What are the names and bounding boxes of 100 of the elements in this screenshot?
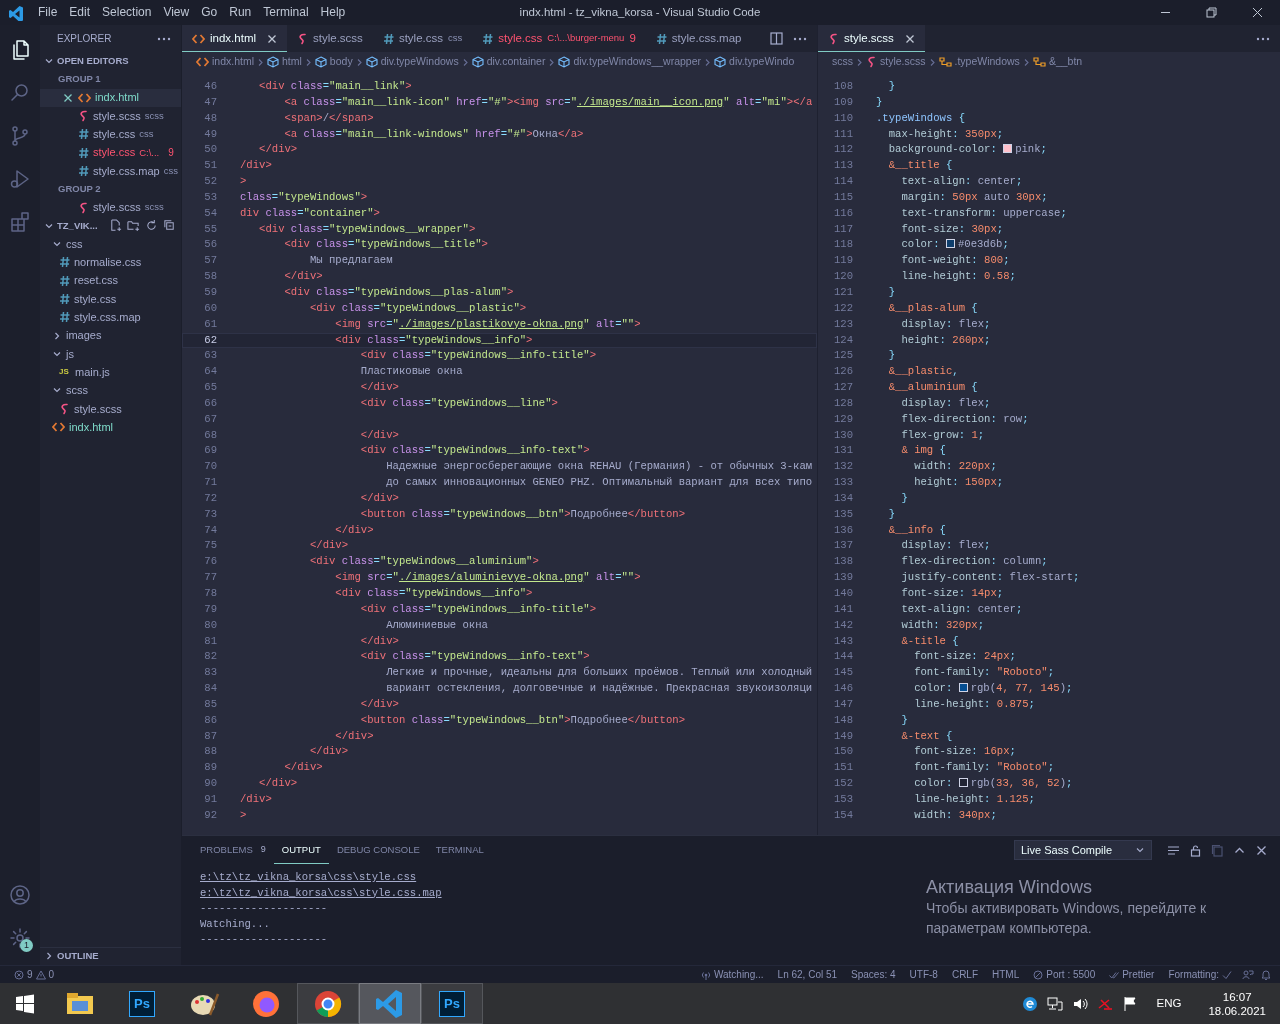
line-number: 46 [203, 79, 218, 94]
breadcrumb[interactable]: div.container [486, 54, 546, 70]
windows-logo-icon[interactable] [14, 993, 35, 1014]
editor-tab[interactable]: style.scss [287, 25, 373, 52]
editor-tab[interactable]: style.css css [372, 25, 473, 52]
chevron-right-icon[interactable] [52, 330, 62, 341]
tree-item[interactable]: style.scss [40, 399, 181, 418]
more-icon[interactable] [157, 36, 171, 41]
panel-tab[interactable]: DEBUG CONSOLE [328, 836, 428, 864]
tree-item[interactable]: reset.css [40, 271, 181, 290]
flag-icon[interactable] [1121, 995, 1138, 1012]
account-icon[interactable] [8, 882, 32, 907]
output-link[interactable]: e:\tz\tz_vikna_korsa\css\style.css.map [200, 885, 442, 902]
tree-item[interactable]: normalise.css [40, 253, 181, 272]
breadcrumb[interactable]: indx.html [212, 54, 254, 70]
open-editor-item[interactable]: indx.html [40, 88, 181, 107]
status-item[interactable]: Prettier [1105, 967, 1159, 982]
status-item[interactable]: Formatting: [1164, 967, 1236, 982]
editor-tab[interactable]: style.scss [818, 25, 925, 52]
close-icon[interactable] [267, 33, 278, 44]
section-header[interactable]: OUTLINE [57, 949, 99, 964]
editor-tab[interactable]: style.css.map [645, 25, 752, 52]
taskbar-button[interactable]: Ps [421, 983, 483, 1024]
status-item[interactable]: Spaces: 4 [847, 967, 900, 982]
close-icon[interactable] [63, 92, 73, 103]
tree-item[interactable]: style.css [40, 289, 181, 309]
status-item[interactable]: Ln 62, Col 51 [773, 967, 842, 982]
blocks-icon[interactable] [8, 209, 32, 234]
language-indicator[interactable]: ENG [1156, 994, 1182, 1013]
open-editor-item[interactable]: style.scss scss [40, 106, 181, 126]
menu-item[interactable]: Run [223, 0, 258, 25]
split-editor-icon[interactable] [770, 32, 783, 45]
code-line: <div class="typeWindows__info-text"> [359, 443, 590, 459]
status-item[interactable]: UTF-8 [905, 967, 942, 982]
settings-icon[interactable] [8, 925, 32, 950]
taskbar-button[interactable]: Ps [111, 983, 173, 1024]
taskbar-button[interactable] [297, 983, 359, 1024]
code-line: <div class="typeWindows__info-text"> [359, 649, 590, 665]
tree-item[interactable]: JS main.js [40, 363, 181, 382]
breadcrumb[interactable]: html [282, 54, 302, 70]
open-editor-item[interactable]: style.css css [40, 125, 181, 144]
status-item[interactable]: Port : 5500 [1029, 967, 1100, 982]
output-link[interactable]: e:\tz\tz_vikna_korsa\css\style.css [200, 870, 417, 886]
open-editor-item[interactable]: style.scss scss [40, 198, 181, 217]
refresh-icon[interactable] [144, 219, 158, 233]
open-editor-item[interactable]: style.css.map css [40, 161, 181, 181]
output-channel-dropdown[interactable]: Live Sass Compile [1014, 840, 1152, 860]
line-number: 140 [832, 586, 854, 601]
menu-item[interactable]: View [157, 0, 196, 25]
menu-item[interactable]: Go [195, 0, 224, 25]
menu-item[interactable]: Edit [63, 0, 97, 25]
tree-item[interactable]: images [40, 326, 181, 345]
open-editor-item[interactable]: style.css C:\... 9 [40, 143, 181, 162]
chevron-right-icon[interactable] [44, 951, 54, 962]
new-file-icon[interactable] [108, 219, 122, 233]
tree-item[interactable]: style.css.map [40, 308, 181, 327]
collapse-icon[interactable] [162, 219, 176, 233]
network-icon[interactable] [1046, 995, 1063, 1012]
close-icon[interactable] [904, 33, 915, 44]
close-icon[interactable] [1255, 843, 1268, 857]
close-icon[interactable] [1251, 7, 1263, 18]
circle-e-icon[interactable] [1021, 995, 1038, 1012]
status-item[interactable]: CRLF [947, 967, 983, 982]
new-folder-icon[interactable] [126, 219, 140, 233]
clock-date[interactable]: 18.06.2021 [1208, 1003, 1266, 1018]
chevron-right-icon [704, 57, 712, 67]
tree-item[interactable]: scss [40, 381, 181, 400]
tree-item[interactable]: js [40, 344, 181, 364]
menu-item[interactable]: Selection [96, 0, 158, 25]
breadcrumb[interactable]: style.scss [880, 54, 926, 70]
tree-item[interactable]: css [40, 234, 181, 254]
breadcrumb[interactable]: &__btn [1048, 54, 1083, 70]
feedback-icon[interactable] [1242, 968, 1254, 981]
breadcrumb[interactable]: scss [832, 54, 853, 70]
menu-item[interactable]: Terminal [257, 0, 315, 25]
status-item[interactable]: Watching... [696, 967, 768, 982]
folder-header[interactable]: TZ_VIK... [57, 218, 98, 233]
editor-tab[interactable]: style.css C:\...\burger-menu 9 [472, 25, 646, 52]
panel-tab[interactable]: OUTPUT [273, 836, 329, 864]
clear-output-icon[interactable] [1167, 843, 1180, 857]
problems-status[interactable]: 9 0 [10, 967, 59, 982]
section-header[interactable]: OPEN EDITORS [57, 54, 129, 69]
menu-item[interactable]: Help [314, 0, 352, 25]
menu-item[interactable]: File [32, 0, 64, 25]
status-item[interactable]: HTML [988, 967, 1024, 982]
breadcrumb[interactable]: div.typeWindows__wrapper [573, 54, 702, 70]
more-icon[interactable] [793, 36, 807, 41]
clock-time[interactable]: 16:07 [1222, 989, 1252, 1004]
lock-icon[interactable] [1189, 843, 1202, 857]
more-icon[interactable] [1256, 36, 1270, 41]
breadcrumb[interactable]: body [329, 54, 353, 70]
bell-icon[interactable] [1260, 968, 1272, 981]
panel-tab[interactable]: TERMINAL [427, 836, 492, 864]
breadcrumb[interactable]: div.typeWindo [729, 54, 795, 70]
restore-icon[interactable] [1205, 7, 1217, 18]
breadcrumb[interactable]: div.typeWindows [380, 54, 459, 70]
editor-tab[interactable]: indx.html [182, 25, 288, 52]
panel-tab[interactable]: PROBLEMS 9 [192, 836, 274, 864]
breadcrumb[interactable]: .typeWindows [954, 54, 1020, 70]
tree-item[interactable]: indx.html [40, 417, 181, 437]
